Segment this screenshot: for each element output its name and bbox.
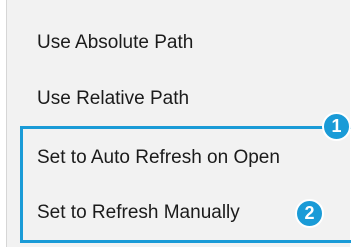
- menu-item-use-relative-path[interactable]: Use Relative Path: [37, 87, 189, 111]
- callout-badge-2: 2: [295, 199, 324, 228]
- menu-item-use-absolute-path[interactable]: Use Absolute Path: [37, 31, 193, 55]
- callout-badge-1: 1: [322, 112, 351, 141]
- screenshot-stage: Use Absolute Path Use Relative Path Set …: [0, 0, 351, 247]
